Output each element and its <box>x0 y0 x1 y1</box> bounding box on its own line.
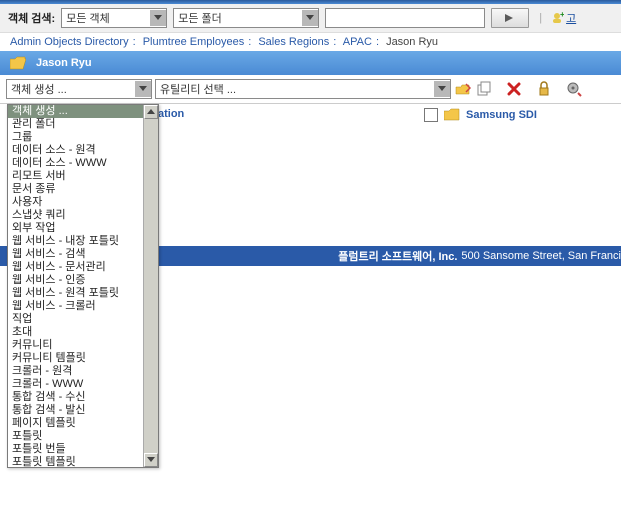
add-user-icon: + <box>552 12 564 24</box>
dropdown-option[interactable]: 직업 <box>8 313 143 326</box>
dropdown-option[interactable]: 데이터 소스 - WWW <box>8 157 143 170</box>
dropdown-option[interactable]: 외부 작업 <box>8 222 143 235</box>
dropdown-option[interactable]: 웹 서비스 - 인증 <box>8 274 143 287</box>
divider: | <box>539 12 542 24</box>
security-icon[interactable] <box>535 80 553 98</box>
scroll-up-icon[interactable] <box>144 105 158 119</box>
dropdown-option[interactable]: 포틀릿 <box>8 430 143 443</box>
folder-title-bar: Jason Ryu <box>0 51 621 75</box>
delete-icon[interactable] <box>505 80 523 98</box>
dropdown-option[interactable]: 커뮤니티 <box>8 339 143 352</box>
breadcrumb-current: Jason Ryu <box>386 36 438 48</box>
dropdown-option[interactable]: 커뮤니티 템플릿 <box>8 352 143 365</box>
search-scope-select[interactable]: 모든 객체 <box>61 8 167 28</box>
dropdown-option[interactable]: 리모트 서버 <box>8 170 143 183</box>
dropdown-option[interactable]: 관리 폴더 <box>8 118 143 131</box>
dropdown-option[interactable]: 웹 서비스 - 원격 포틀릿 <box>8 287 143 300</box>
subfolder-item[interactable]: Samsung SDI <box>424 108 537 122</box>
search-folder-select[interactable]: 모든 폴더 <box>173 8 319 28</box>
chevron-down-icon <box>302 10 318 26</box>
folder-open-icon <box>10 56 26 70</box>
breadcrumb: Admin Objects Directory: Plumtree Employ… <box>0 33 621 51</box>
dropdown-option[interactable]: 데이터 소스 - 원격 <box>8 144 143 157</box>
toolbar: 객체 생성 ... 유틸리티 선택 ... <box>0 75 621 104</box>
search-bar: 객체 검색: 모든 객체 모든 폴더 | + 고 <box>0 4 621 33</box>
content-area: ation Samsung SDI 플럼트리 소프트웨어, Inc. 500 S… <box>0 104 621 484</box>
partial-item-label: ation <box>158 108 184 120</box>
dropdown-option[interactable]: 웹 서비스 - 내장 포틀릿 <box>8 235 143 248</box>
folder-icon <box>444 108 460 122</box>
dropdown-option[interactable]: 객체 생성 ... <box>8 105 143 118</box>
create-object-select[interactable]: 객체 생성 ... <box>6 79 152 99</box>
breadcrumb-link[interactable]: Plumtree Employees <box>143 36 245 48</box>
dropdown-option[interactable]: 통합 검색 - 발신 <box>8 404 143 417</box>
move-folder-icon[interactable] <box>454 80 472 98</box>
dropdown-option[interactable]: 크롤러 - 원격 <box>8 365 143 378</box>
dropdown-option[interactable]: 통합 검색 - 수신 <box>8 391 143 404</box>
svg-text:+: + <box>560 12 564 19</box>
dropdown-option[interactable]: 웹 서비스 - 문서관리 <box>8 261 143 274</box>
chevron-down-icon <box>135 81 151 97</box>
search-input[interactable] <box>325 8 485 28</box>
create-object-dropdown[interactable]: 객체 생성 ...관리 폴더그룹데이터 소스 - 원격데이터 소스 - WWW리… <box>7 104 159 468</box>
dropdown-option[interactable]: 초대 <box>8 326 143 339</box>
breadcrumb-link[interactable]: Sales Regions <box>258 36 329 48</box>
copy-icon[interactable] <box>475 80 493 98</box>
dropdown-list[interactable]: 객체 생성 ...관리 폴더그룹데이터 소스 - 원격데이터 소스 - WWW리… <box>8 105 143 467</box>
dropdown-option[interactable]: 포틀릿 템플릿 <box>8 456 143 467</box>
page-title: Jason Ryu <box>36 57 92 69</box>
dropdown-option[interactable]: 웹 서비스 - 검색 <box>8 248 143 261</box>
dropdown-option[interactable]: 페이지 템플릿 <box>8 417 143 430</box>
dropdown-option[interactable]: 크롤러 - WWW <box>8 378 143 391</box>
dropdown-scrollbar[interactable] <box>143 105 158 467</box>
add-object-link[interactable]: + 고 <box>552 10 576 26</box>
dropdown-option[interactable]: 사용자 <box>8 196 143 209</box>
dropdown-option[interactable]: 스냅샷 쿼리 <box>8 209 143 222</box>
dropdown-option[interactable]: 그룹 <box>8 131 143 144</box>
breadcrumb-link[interactable]: APAC <box>343 36 372 48</box>
settings-export-icon[interactable] <box>565 80 583 98</box>
play-icon <box>505 14 515 22</box>
dropdown-option[interactable]: 웹 서비스 - 크롤러 <box>8 300 143 313</box>
dropdown-option[interactable]: 포틀릿 번들 <box>8 443 143 456</box>
scroll-down-icon[interactable] <box>144 453 158 467</box>
chevron-down-icon <box>150 10 166 26</box>
search-go-button[interactable] <box>491 8 529 28</box>
utility-select[interactable]: 유틸리티 선택 ... <box>155 79 451 99</box>
breadcrumb-link[interactable]: Admin Objects Directory <box>10 36 129 48</box>
dropdown-option[interactable]: 문서 종류 <box>8 183 143 196</box>
checkbox[interactable] <box>424 108 438 122</box>
chevron-down-icon <box>434 81 450 97</box>
search-label: 객체 검색: <box>8 10 55 26</box>
